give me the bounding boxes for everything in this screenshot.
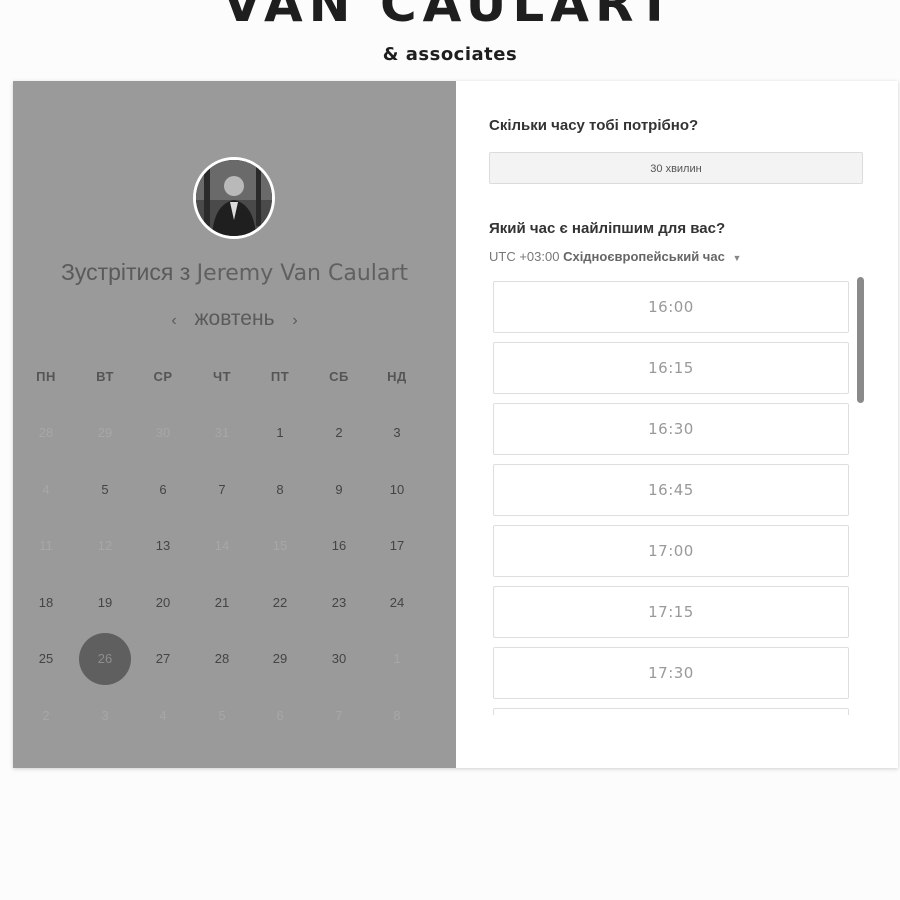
booking-card: Зустрітися з Jeremy Van Caulart ‹ жовтен… (13, 81, 898, 768)
calendar-day[interactable]: 9 (313, 464, 365, 516)
time-slot-list: 16:00 16:15 16:30 16:45 17:00 17:15 17:30 (493, 281, 849, 715)
calendar-day[interactable]: 18 (20, 577, 72, 629)
meet-title: Зустрітися з Jeremy Van Caulart (13, 259, 456, 286)
calendar-day[interactable]: 20 (137, 577, 189, 629)
calendar-day[interactable]: 6 (137, 464, 189, 516)
calendar-day: 31 (214, 425, 230, 440)
calendar-day[interactable]: 27 (137, 633, 189, 685)
calendar-day[interactable]: 2 (313, 407, 365, 459)
calendar-day: 5 (218, 708, 226, 723)
time-slot-button[interactable]: 17:15 (493, 586, 849, 638)
timezone-offset: UTC +03:00 (489, 249, 560, 264)
calendar-day: 8 (393, 708, 401, 723)
time-slot-button[interactable]: 16:45 (493, 464, 849, 516)
duration-question: Скільки часу тобі потрібно? (489, 117, 699, 134)
month-navigation: ‹ жовтень › (13, 307, 456, 331)
calendar-day[interactable]: 19 (79, 577, 131, 629)
month-label: жовтень (194, 307, 275, 330)
calendar-day: 28 (38, 425, 54, 440)
brand-header: VAN CAULART & associates (0, 0, 900, 80)
chevron-right-icon[interactable]: › (280, 312, 309, 330)
calendar-day[interactable]: 13 (137, 520, 189, 572)
calendar-day-selected[interactable]: 26 (79, 633, 131, 685)
calendar-day: 7 (335, 708, 343, 723)
calendar-day[interactable]: 22 (254, 577, 306, 629)
calendar-day[interactable]: 28 (196, 633, 248, 685)
calendar-day: 29 (97, 425, 113, 440)
time-slot-button[interactable]: 17:00 (493, 525, 849, 577)
calendar-day: 2 (42, 708, 50, 723)
calendar-day: 14 (214, 538, 230, 553)
calendar-day: 4 (159, 708, 167, 723)
calendar-day[interactable]: 25 (20, 633, 72, 685)
calendar-day[interactable]: 10 (371, 464, 423, 516)
caret-down-icon: ▼ (732, 253, 742, 263)
calendar-day[interactable]: 3 (371, 407, 423, 459)
time-slot-button[interactable]: 16:15 (493, 342, 849, 394)
weekday-label: ПТ (270, 369, 290, 384)
duration-select[interactable]: 30 хвилин (489, 152, 863, 184)
weekday-label: СР (153, 369, 173, 384)
chevron-left-icon[interactable]: ‹ (159, 312, 188, 330)
calendar-day: 3 (101, 708, 109, 723)
person-photo-icon (193, 157, 275, 239)
calendar-day[interactable]: 17 (371, 520, 423, 572)
weekday-label: ПН (36, 369, 56, 384)
calendar-day[interactable]: 29 (254, 633, 306, 685)
weekday-label: ВТ (96, 369, 114, 384)
time-question: Який час є найліпшим для вас? (489, 220, 726, 237)
time-slot-button[interactable] (493, 708, 849, 715)
weekday-label: НД (387, 369, 407, 384)
timezone-name: Східноєвропейський час (563, 249, 725, 264)
calendar-day: 4 (42, 482, 50, 497)
calendar-panel: Зустрітися з Jeremy Van Caulart ‹ жовтен… (13, 81, 456, 768)
brand-subtitle: & associates (382, 44, 518, 65)
calendar-day: 6 (276, 708, 284, 723)
calendar-day[interactable]: 5 (79, 464, 131, 516)
calendar-day: 11 (39, 538, 53, 553)
time-slot-button[interactable]: 16:00 (493, 281, 849, 333)
calendar-day: 30 (155, 425, 171, 440)
calendar-day: 12 (97, 538, 113, 553)
weekday-label: СБ (329, 369, 349, 384)
brand-title: VAN CAULART (222, 0, 678, 33)
timezone-select[interactable]: UTC +03:00 Східноєвропейський час ▼ (489, 249, 741, 264)
calendar-day: 1 (393, 651, 401, 666)
weekday-label: ЧТ (212, 369, 232, 384)
time-panel: Скільки часу тобі потрібно? 30 хвилин Як… (456, 81, 898, 768)
slot-list-scrollbar[interactable] (857, 277, 864, 403)
meet-name: Jeremy Van Caulart (196, 261, 409, 286)
time-slot-button[interactable]: 17:30 (493, 647, 849, 699)
calendar-day[interactable]: 8 (254, 464, 306, 516)
calendar-day[interactable]: 24 (371, 577, 423, 629)
calendar-day[interactable]: 16 (313, 520, 365, 572)
calendar-day: 15 (272, 538, 288, 553)
meet-prefix: Зустрітися з (60, 259, 191, 285)
calendar-day[interactable]: 7 (196, 464, 248, 516)
calendar-day[interactable]: 1 (254, 407, 306, 459)
time-slot-button[interactable]: 16:30 (493, 403, 849, 455)
calendar-day[interactable]: 30 (313, 633, 365, 685)
calendar-day[interactable]: 21 (196, 577, 248, 629)
weekday-header: ПН ВТ СР ЧТ ПТ СБ НД (13, 369, 456, 389)
calendar-day[interactable]: 23 (313, 577, 365, 629)
